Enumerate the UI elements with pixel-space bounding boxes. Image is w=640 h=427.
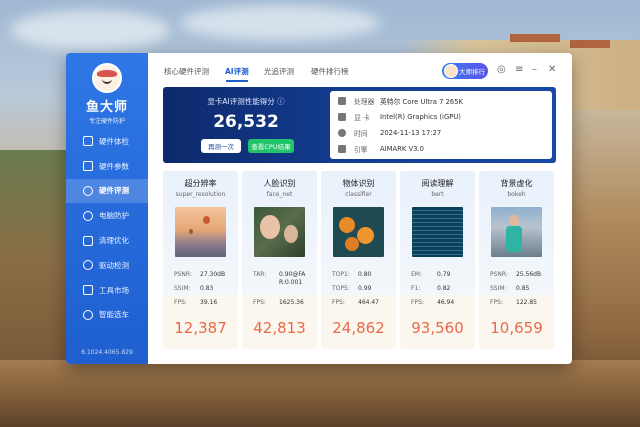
sidebar-item-label: 电脑防护 [99,211,129,221]
sidebar-item-label: 智能选车 [99,310,129,320]
user-icon[interactable]: ◎ [497,64,506,76]
sidebar-item-label: 硬件体检 [99,136,129,146]
metric-row: TOP5: 0.99 [332,285,372,292]
card-title: 阅读理解 [421,179,454,188]
sidebar-item-protection[interactable]: 电脑防护 [66,203,148,228]
cliff-bottom-scenery [0,360,640,427]
sidebar-nav: 硬件体检 硬件参数 硬件评测 电脑防护 清理优化 驱动检测 工具市场 智能选车 [66,129,148,327]
sidebar-item-label: 硬件评测 [99,186,129,196]
metric-row: SSIM: 0.83 [174,285,214,292]
metric-row: FPS: 39.16 [174,299,218,306]
sidebar-item-label: 驱动检测 [99,260,129,270]
score-title: 显卡AI评测性能得分 ⓘ [207,97,285,106]
tab-core-hardware[interactable]: 核心硬件评测 [164,66,209,77]
info-row-cpu: 处理器 英特尔 Core Ultra 7 265K [338,95,463,107]
sidebar-item-label: 硬件参数 [99,161,129,171]
app-logo: 鱼大师 专注硬件防护 [66,63,148,125]
sidebar-item-label: 工具市场 [99,285,129,295]
cpu-result-button[interactable]: 查看CPU结果 [248,139,294,153]
app-version: 6.1024.4065.829 [81,349,133,356]
score-panel: 显卡AI评测性能得分 ⓘ 26,532 再测一次 查看CPU结果 处理器 英特尔… [163,87,556,163]
card-score: 24,862 [332,319,385,337]
metric-row: FPS: 464.47 [332,299,379,306]
card-score: 10,659 [490,319,543,337]
benchmark-card-reading-comprehension[interactable]: 阅读理解 bert EM: 0.79 F1: 0.82 FPS: 46.94 93,5… [400,171,475,349]
benchmark-card-object-recognition[interactable]: 物体识别 classifier TOP1: 0.80 TOP5: 0.99 FPS:… [321,171,396,349]
card-subtitle: face_net [266,191,293,198]
active-tab-indicator [226,80,248,82]
top-bar: 核心硬件评测 AI评测 光追评测 硬件排行榜 大师排行 ◎ ≡ – ✕ [148,53,572,87]
card-subtitle: super_resolution [175,191,226,198]
cleanup-icon [83,235,93,246]
card-subtitle: bokeh [507,191,526,198]
shield-icon [83,210,93,221]
card-subtitle: bert [431,191,444,198]
card-subtitle: classifier [345,191,372,198]
card-title: 人脸识别 [263,179,296,188]
card-title: 超分辨率 [184,179,217,188]
tools-icon [83,285,93,296]
balloons-image [175,207,226,257]
sidebar-item-checkup[interactable]: 硬件体检 [66,129,148,154]
metric-row: TOP1: 0.80 [332,271,372,278]
metric-row: EM: 0.79 [411,271,451,278]
metric-row: SSIM: 0.85 [490,285,530,292]
sidebar-item-car[interactable]: 智能选车 [66,303,148,328]
metric-row: F1: 0.82 [411,285,451,292]
benchmark-card-bokeh[interactable]: 背景虚化 bokeh PSNR: 25.56dB SSIM: 0.85 FPS: 12… [479,171,554,349]
close-icon[interactable]: ✕ [548,64,556,76]
sidebar-item-driver[interactable]: 驱动检测 [66,253,148,278]
info-row-gpu: 显 卡 Intel(R) Graphics (iGPU) [338,111,461,123]
sidebar-item-tools[interactable]: 工具市场 [66,278,148,303]
metric-row: FPS: 122.85 [490,299,537,306]
info-row-engine: 引擎 AIMARK V3.0 [338,143,424,155]
metric-row: PSNR: 25.56dB [490,271,542,278]
code-image [412,207,463,257]
system-info-card: 处理器 英特尔 Core Ultra 7 265K 显 卡 Intel(R) G… [330,91,552,159]
oranges-image [333,207,384,257]
minimize-icon[interactable]: – [532,64,537,76]
benchmark-card-face-recognition[interactable]: 人脸识别 face_net TAR: 0.90@FA R:0.001 FPS: 16… [242,171,317,349]
clock-icon [338,129,346,137]
gpu-icon [338,113,346,121]
info-row-time: 时间 2024-11-13 17:27 [338,127,441,139]
card-title: 物体识别 [342,179,375,188]
params-icon [83,161,93,172]
sidebar-item-cleanup[interactable]: 清理优化 [66,228,148,253]
metric-row: FPS: 46.94 [411,299,455,306]
score-value: 26,532 [213,112,279,132]
metric-row: FPS: 1625.36 [253,299,304,306]
mascot-icon [92,63,122,93]
app-window: 鱼大师 专注硬件防护 硬件体检 硬件参数 硬件评测 电脑防护 清理优化 驱动检测… [66,53,572,364]
metric-row: TAR: 0.90@FA R:0.001 [253,271,306,286]
tab-ranking[interactable]: 硬件排行榜 [311,66,349,77]
driver-icon [83,260,93,271]
sidebar-item-label: 清理优化 [99,236,129,246]
car-icon [83,309,93,320]
app-slogan: 专注硬件防护 [88,118,125,125]
person-image [491,207,542,257]
cpu-icon [338,97,346,105]
faces-image [254,207,305,257]
benchmark-icon [83,185,93,196]
card-score: 12,387 [174,319,227,337]
tab-ai[interactable]: AI评测 [225,66,249,77]
card-score: 42,813 [253,319,306,337]
benchmark-card-super-resolution[interactable]: 超分辨率 super_resolution PSNR: 27.30dB SSIM:… [163,171,238,349]
sidebar-item-benchmark[interactable]: 硬件评测 [66,178,148,204]
rank-button[interactable]: 大师排行 [442,63,488,79]
card-title: 背景虚化 [500,179,533,188]
sidebar: 鱼大师 专注硬件防护 硬件体检 硬件参数 硬件评测 电脑防护 清理优化 驱动检测… [66,53,148,364]
metric-row: PSNR: 27.30dB [174,271,226,278]
retest-button[interactable]: 再测一次 [201,139,241,153]
app-name: 鱼大师 [85,100,128,115]
menu-icon[interactable]: ≡ [515,64,523,76]
checkup-icon [83,136,93,147]
card-score: 93,560 [411,319,464,337]
tab-ray-tracing[interactable]: 光追评测 [264,66,294,77]
avatar-icon [444,64,458,78]
engine-icon [338,145,346,153]
sidebar-item-params[interactable]: 硬件参数 [66,154,148,179]
